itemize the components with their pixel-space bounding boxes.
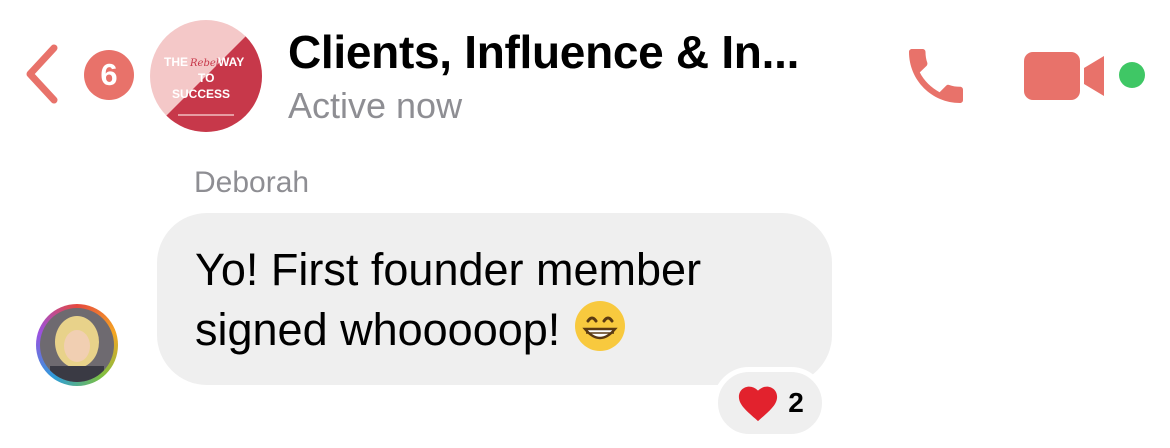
avatar-text-way: WAY bbox=[218, 55, 244, 69]
back-button[interactable]: 6 bbox=[22, 42, 134, 106]
video-call-button[interactable] bbox=[1022, 48, 1112, 104]
group-avatar[interactable]: THE Rebel WAY TO SUCCESS bbox=[150, 20, 262, 132]
reaction-badge[interactable]: 2 bbox=[713, 367, 827, 439]
reaction-count: 2 bbox=[788, 387, 804, 418]
active-status: Active now bbox=[288, 85, 463, 126]
unread-count-badge: 6 bbox=[84, 50, 134, 100]
heart-icon bbox=[739, 386, 778, 422]
sender-avatar[interactable] bbox=[36, 304, 118, 386]
sender-name: Deborah bbox=[194, 166, 310, 199]
phone-icon bbox=[909, 49, 963, 103]
chat-title-block[interactable]: Clients, Influence & In... Active now bbox=[288, 26, 888, 128]
grinning-face-emoji-icon bbox=[574, 301, 625, 351]
online-indicator bbox=[1119, 62, 1145, 88]
chat-title: Clients, Influence & In... bbox=[288, 26, 800, 78]
message-bubble[interactable]: Yo! First founder member signed whooooop… bbox=[157, 213, 832, 385]
avatar-text-the: THE bbox=[164, 55, 188, 69]
video-camera-icon bbox=[1024, 52, 1104, 100]
chat-header: 6 THE Rebel WAY TO SUCCESS Clients, Infl… bbox=[0, 0, 1170, 150]
chevron-left-icon bbox=[26, 44, 58, 104]
phone-call-button[interactable] bbox=[900, 40, 972, 112]
avatar-text-rebel: Rebel bbox=[189, 58, 219, 69]
avatar-text-to: TO bbox=[198, 71, 214, 85]
avatar-text-success: SUCCESS bbox=[172, 87, 230, 101]
